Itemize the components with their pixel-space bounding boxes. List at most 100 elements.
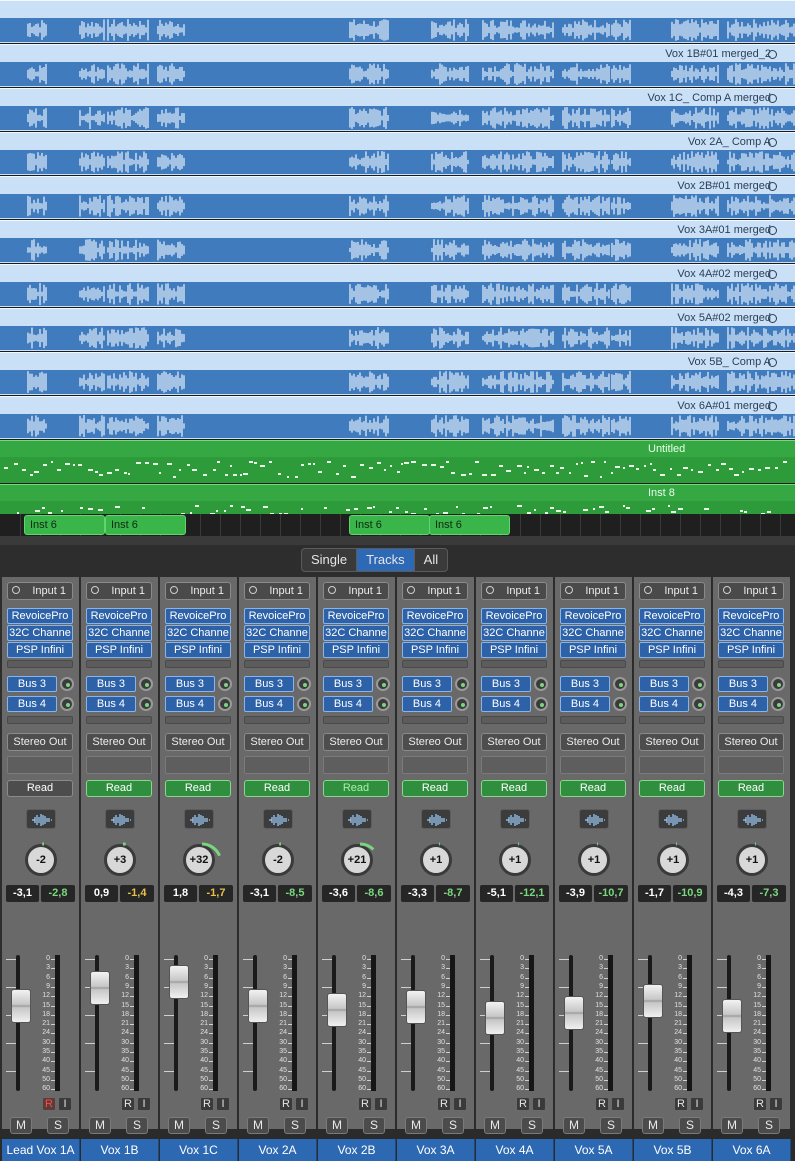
peak-readout[interactable]: -2,8 [41,885,75,902]
send-slot[interactable]: Bus 3 [7,676,57,692]
mute-button[interactable]: M [89,1117,111,1134]
audio-region[interactable]: Vox 1C_ Comp A merged [0,88,795,131]
volume-fader[interactable] [485,1001,505,1036]
send-level-knob[interactable] [613,697,627,711]
send-slot[interactable]: Bus 3 [639,676,689,692]
tab-all[interactable]: All [415,549,447,571]
peak-readout[interactable]: -10,9 [673,885,707,902]
plugin-slot-empty[interactable] [86,660,152,668]
plugin-slot-empty[interactable] [244,660,310,668]
input-monitor-button[interactable]: I [295,1097,309,1111]
eq-thumbnail[interactable] [421,809,451,829]
pan-knob[interactable]: +1 [499,842,531,876]
output-slot[interactable]: Stereo Out [402,733,468,751]
send-slot[interactable]: Bus 3 [481,676,531,692]
plugin-slot-empty[interactable] [7,660,73,668]
peak-readout[interactable]: -1,7 [199,885,233,902]
volume-fader[interactable] [643,983,663,1018]
send-level-knob[interactable] [376,677,390,691]
send-slot[interactable]: Bus 3 [323,676,373,692]
record-enable-button[interactable]: R [753,1097,767,1111]
plugin-slot[interactable]: 32C Channe [718,625,784,641]
plugin-slot[interactable]: RevoicePro [560,608,626,624]
peak-readout[interactable]: -1,4 [120,885,154,902]
peak-readout[interactable]: -8,6 [357,885,391,902]
eq-thumbnail[interactable] [579,809,609,829]
plugin-slot[interactable]: RevoicePro [165,608,231,624]
send-level-knob[interactable] [534,677,548,691]
plugin-slot[interactable]: 32C Channe [244,625,310,641]
channel-name[interactable]: Lead Vox 1A [2,1139,80,1161]
solo-button[interactable]: S [679,1117,701,1134]
peak-readout[interactable]: -10,7 [594,885,628,902]
pan-knob[interactable]: +1 [420,842,452,876]
send-level-knob[interactable] [534,697,548,711]
automation-mode[interactable]: Read [323,780,389,797]
record-enable-button[interactable]: R [42,1097,56,1111]
group-slot[interactable] [86,756,152,774]
plugin-slot[interactable]: 32C Channe [481,625,547,641]
midi-region[interactable]: Untitled [0,440,795,483]
tab-tracks[interactable]: Tracks [357,549,415,571]
channel-name[interactable]: Vox 2B [318,1139,396,1161]
send-level-knob[interactable] [613,677,627,691]
plugin-slot-empty[interactable] [481,660,547,668]
record-enable-button[interactable]: R [437,1097,451,1111]
volume-readout[interactable]: -1,7 [638,885,671,902]
channel-name[interactable]: Vox 4A [476,1139,554,1161]
output-slot[interactable]: Stereo Out [560,733,626,751]
send-level-knob[interactable] [455,697,469,711]
plugin-slot[interactable]: PSP Infini [481,642,547,658]
volume-readout[interactable]: -4,3 [717,885,750,902]
solo-button[interactable]: S [126,1117,148,1134]
audio-region[interactable]: Vox 5A#02 merged [0,308,795,351]
send-slot-empty[interactable] [244,716,310,724]
mute-button[interactable]: M [168,1117,190,1134]
send-slot-empty[interactable] [7,716,73,724]
plugin-slot[interactable]: PSP Infini [402,642,468,658]
record-enable-button[interactable]: R [358,1097,372,1111]
send-level-knob[interactable] [692,677,706,691]
group-slot[interactable] [165,756,231,774]
inst-region[interactable]: Inst 6 [349,515,430,535]
automation-mode[interactable]: Read [481,780,547,797]
input-monitor-button[interactable]: I [611,1097,625,1111]
input-monitor-button[interactable]: I [690,1097,704,1111]
peak-readout[interactable]: -7,3 [752,885,786,902]
send-slot[interactable]: Bus 4 [639,696,689,712]
eq-thumbnail[interactable] [26,809,56,829]
send-slot[interactable]: Bus 4 [86,696,136,712]
plugin-slot[interactable]: PSP Infini [86,642,152,658]
plugin-slot[interactable]: PSP Infini [639,642,705,658]
plugin-slot[interactable]: PSP Infini [165,642,231,658]
audio-region[interactable]: Vox 1B#01 merged_2 [0,44,795,87]
send-slot[interactable]: Bus 4 [560,696,610,712]
send-slot-empty[interactable] [718,716,784,724]
solo-button[interactable]: S [521,1117,543,1134]
channel-name[interactable]: Vox 3A [397,1139,475,1161]
send-slot[interactable]: Bus 3 [244,676,294,692]
plugin-slot[interactable]: 32C Channe [7,625,73,641]
mute-button[interactable]: M [247,1117,269,1134]
volume-readout[interactable]: -3,3 [401,885,434,902]
automation-mode[interactable]: Read [402,780,468,797]
audio-region[interactable]: Vox 4A#02 merged [0,264,795,307]
plugin-slot[interactable]: PSP Infini [323,642,389,658]
solo-button[interactable]: S [758,1117,780,1134]
peak-readout[interactable]: -12,1 [515,885,549,902]
send-level-knob[interactable] [455,677,469,691]
input-slot[interactable]: Input 1 [718,582,784,600]
send-slot-empty[interactable] [560,716,626,724]
plugin-slot[interactable]: 32C Channe [639,625,705,641]
pan-knob[interactable]: +1 [578,842,610,876]
send-slot-empty[interactable] [481,716,547,724]
plugin-slot[interactable]: RevoicePro [402,608,468,624]
solo-button[interactable]: S [284,1117,306,1134]
channel-name[interactable]: Vox 5B [634,1139,712,1161]
send-level-knob[interactable] [218,677,232,691]
channel-name[interactable]: Vox 1B [81,1139,159,1161]
mute-button[interactable]: M [10,1117,32,1134]
send-level-knob[interactable] [60,697,74,711]
audio-region[interactable]: Vox 2A_ Comp A [0,132,795,175]
volume-readout[interactable]: -3,1 [6,885,39,902]
